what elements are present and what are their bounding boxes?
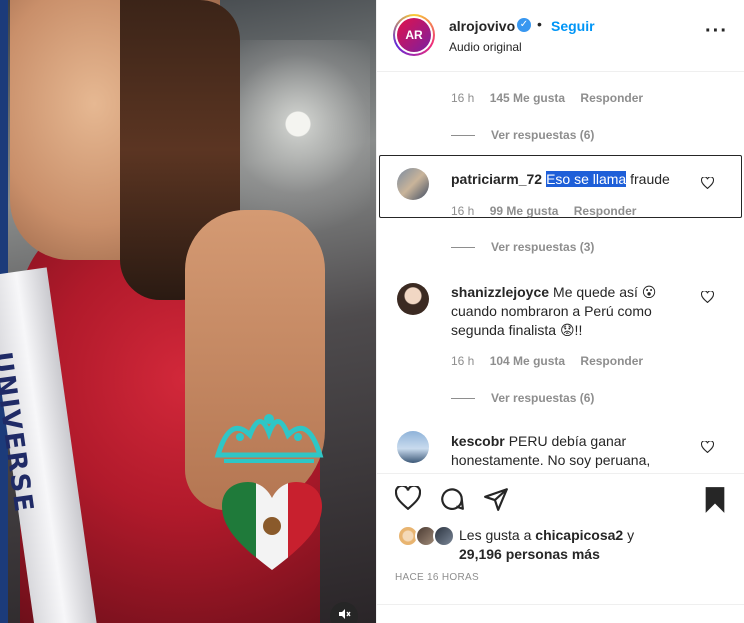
comment-text: kescobr PERU debía ganar honestamente. No…	[451, 433, 651, 468]
comment-likes[interactable]: 104 Me gusta	[490, 354, 565, 368]
post-sidebar: AR alrojovivo ✓ • Seguir Audio original …	[376, 0, 744, 623]
separator-dot: •	[537, 16, 542, 32]
reply-button[interactable]: Responder	[580, 91, 643, 105]
comment-time: 16 h	[451, 91, 475, 105]
view-replies-button[interactable]: Ver respuestas (6)	[451, 391, 594, 405]
post-video[interactable]: UNIVERSE	[0, 0, 376, 623]
audio-label[interactable]: Audio original	[449, 40, 522, 54]
likes-count[interactable]: 29,196 personas más	[459, 546, 600, 562]
reply-button[interactable]: Responder	[574, 204, 637, 218]
liker-avatar[interactable]	[433, 525, 455, 547]
add-comment-bar[interactable]	[377, 604, 744, 623]
comment-avatar[interactable]	[397, 168, 429, 200]
view-replies-button[interactable]: Ver respuestas (3)	[451, 240, 594, 254]
mute-button[interactable]	[330, 602, 358, 623]
comment-likes[interactable]: 99 Me gusta	[490, 204, 559, 218]
comment-time: 16 h	[451, 204, 475, 218]
muted-speaker-icon	[339, 609, 351, 619]
liker-username[interactable]: chicapicosa2	[535, 527, 623, 543]
comment-like-icon[interactable]	[700, 290, 715, 305]
share-icon[interactable]	[483, 486, 511, 514]
crown-sticker-icon	[214, 414, 324, 463]
comment-avatar[interactable]	[397, 431, 429, 463]
more-options-icon[interactable]: ···	[705, 21, 728, 41]
comment-meta: 16 h 104 Me gusta Responder	[451, 354, 643, 368]
follow-button[interactable]: Seguir	[551, 18, 595, 34]
comment-username[interactable]: shanizzlejoyce	[451, 284, 549, 300]
comments-list[interactable]: 16 h 145 Me gusta Responder Ver respuest…	[377, 73, 744, 473]
bookmark-icon[interactable]	[703, 486, 731, 514]
verified-badge-icon: ✓	[517, 18, 531, 32]
comment-text: patriciarm_72 Eso se llama fraude	[451, 171, 670, 187]
comment-time: 16 h	[451, 354, 475, 368]
post-timestamp[interactable]: HACE 16 HORAS	[395, 572, 479, 583]
comment-username[interactable]: patriciarm_72	[451, 171, 542, 187]
comment-like-icon[interactable]	[700, 176, 715, 191]
comment-likes[interactable]: 145 Me gusta	[490, 91, 565, 105]
heart-icon[interactable]	[394, 484, 423, 514]
replies-divider	[451, 247, 475, 249]
account-avatar[interactable]: AR	[393, 14, 435, 56]
comment-text: shanizzlejoyce Me quede así 😮 cuando nomb…	[451, 284, 657, 338]
account-username[interactable]: alrojovivo	[449, 18, 515, 34]
likes-summary: Les gusta a chicapicosa2 y 29,196 person…	[459, 527, 635, 562]
post-header: AR alrojovivo ✓ • Seguir Audio original …	[377, 0, 744, 72]
avatar-logo-text: AR	[397, 18, 431, 52]
comment-meta: 16 h 99 Me gusta Responder	[451, 204, 636, 218]
post-actions: Les gusta a chicapicosa2 y 29,196 person…	[377, 473, 744, 623]
reply-button[interactable]: Responder	[580, 354, 643, 368]
comment-username[interactable]: kescobr	[451, 433, 505, 449]
view-replies-button[interactable]: Ver respuestas (6)	[451, 128, 594, 142]
selected-text: Eso se llama	[546, 171, 627, 187]
mexico-heart-sticker-icon	[222, 482, 322, 570]
comment-icon[interactable]	[439, 486, 467, 514]
comment-like-icon[interactable]	[700, 440, 715, 455]
replies-divider	[451, 398, 475, 400]
comment-meta: 16 h 145 Me gusta Responder	[451, 91, 643, 105]
replies-divider	[451, 135, 475, 137]
comment-avatar[interactable]	[397, 283, 429, 315]
